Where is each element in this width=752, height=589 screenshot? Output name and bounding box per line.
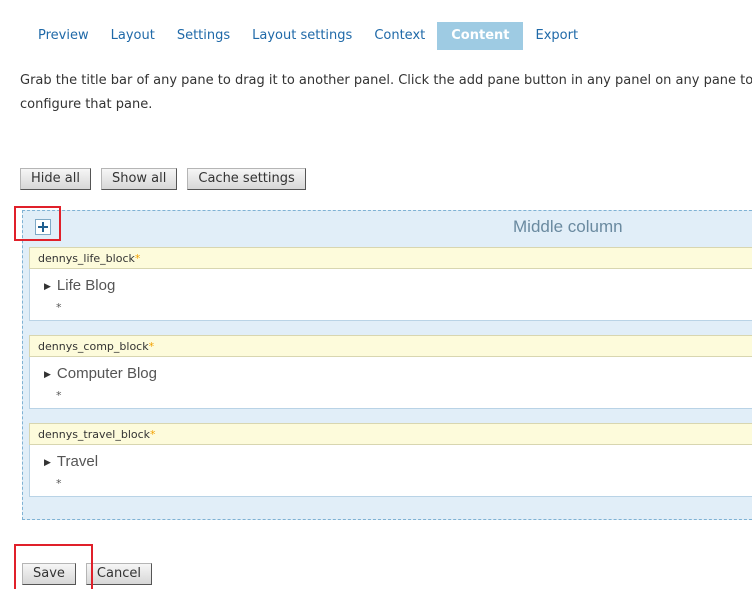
changed-marker: * — [134, 252, 141, 265]
tab-layout-settings[interactable]: Layout settings — [242, 22, 362, 50]
cancel-button[interactable]: Cancel — [85, 563, 152, 585]
triangle-right-icon: ▶ — [44, 457, 51, 468]
tab-settings[interactable]: Settings — [167, 22, 240, 50]
triangle-right-icon: ▶ — [44, 281, 51, 292]
pane-content-title: Travel — [56, 453, 99, 470]
pane-travel-block: dennys_travel_block* ▶ Travel * — [29, 423, 752, 497]
pane-content-marker: * — [56, 477, 62, 490]
pane-content-marker: * — [56, 389, 62, 402]
toolbar: Hide all Show all Cache settings — [20, 168, 316, 190]
show-all-button[interactable]: Show all — [100, 168, 178, 190]
tab-bar: Preview Layout Settings Layout settings … — [28, 22, 590, 50]
pane-name: dennys_travel_block — [38, 428, 151, 441]
highlight-box-save — [14, 544, 93, 589]
pane-name: dennys_comp_block — [38, 340, 149, 353]
pane-title-bar[interactable]: dennys_comp_block* — [29, 335, 752, 357]
pane-title-bar[interactable]: dennys_travel_block* — [29, 423, 752, 445]
tab-preview[interactable]: Preview — [28, 22, 99, 50]
pane-content: ▶ Travel * — [29, 445, 752, 497]
tab-layout[interactable]: Layout — [101, 22, 165, 50]
changed-marker: * — [150, 428, 156, 441]
help-text: Grab the title bar of any pane to drag i… — [20, 73, 752, 112]
pane-name: dennys_life_block — [38, 252, 135, 265]
hide-all-button[interactable]: Hide all — [20, 168, 91, 190]
pane-content-title: Computer Blog — [56, 365, 157, 382]
changed-marker: * — [148, 340, 155, 353]
triangle-right-icon: ▶ — [44, 369, 51, 380]
pane-content: ▶ Life Blog * — [29, 269, 752, 321]
cache-settings-button[interactable]: Cache settings — [187, 168, 306, 190]
tab-content[interactable]: Content — [437, 22, 524, 50]
pane-comp-block: dennys_comp_block* ▶ Computer Blog * — [29, 335, 752, 409]
tab-export[interactable]: Export — [525, 22, 588, 50]
highlight-box-add-pane — [14, 206, 61, 241]
pane-title-bar[interactable]: dennys_life_block* — [29, 247, 752, 269]
pane-content-title: Life Blog — [56, 277, 116, 294]
pane-content-marker: * — [56, 301, 62, 314]
tab-context[interactable]: Context — [364, 22, 435, 50]
middle-column-panel: Middle column dennys_life_block* ▶ Life B… — [22, 210, 752, 520]
panel-title: Middle column — [513, 217, 623, 236]
pane-life-block: dennys_life_block* ▶ Life Blog * — [29, 247, 752, 321]
pane-content: ▶ Computer Blog * — [29, 357, 752, 409]
